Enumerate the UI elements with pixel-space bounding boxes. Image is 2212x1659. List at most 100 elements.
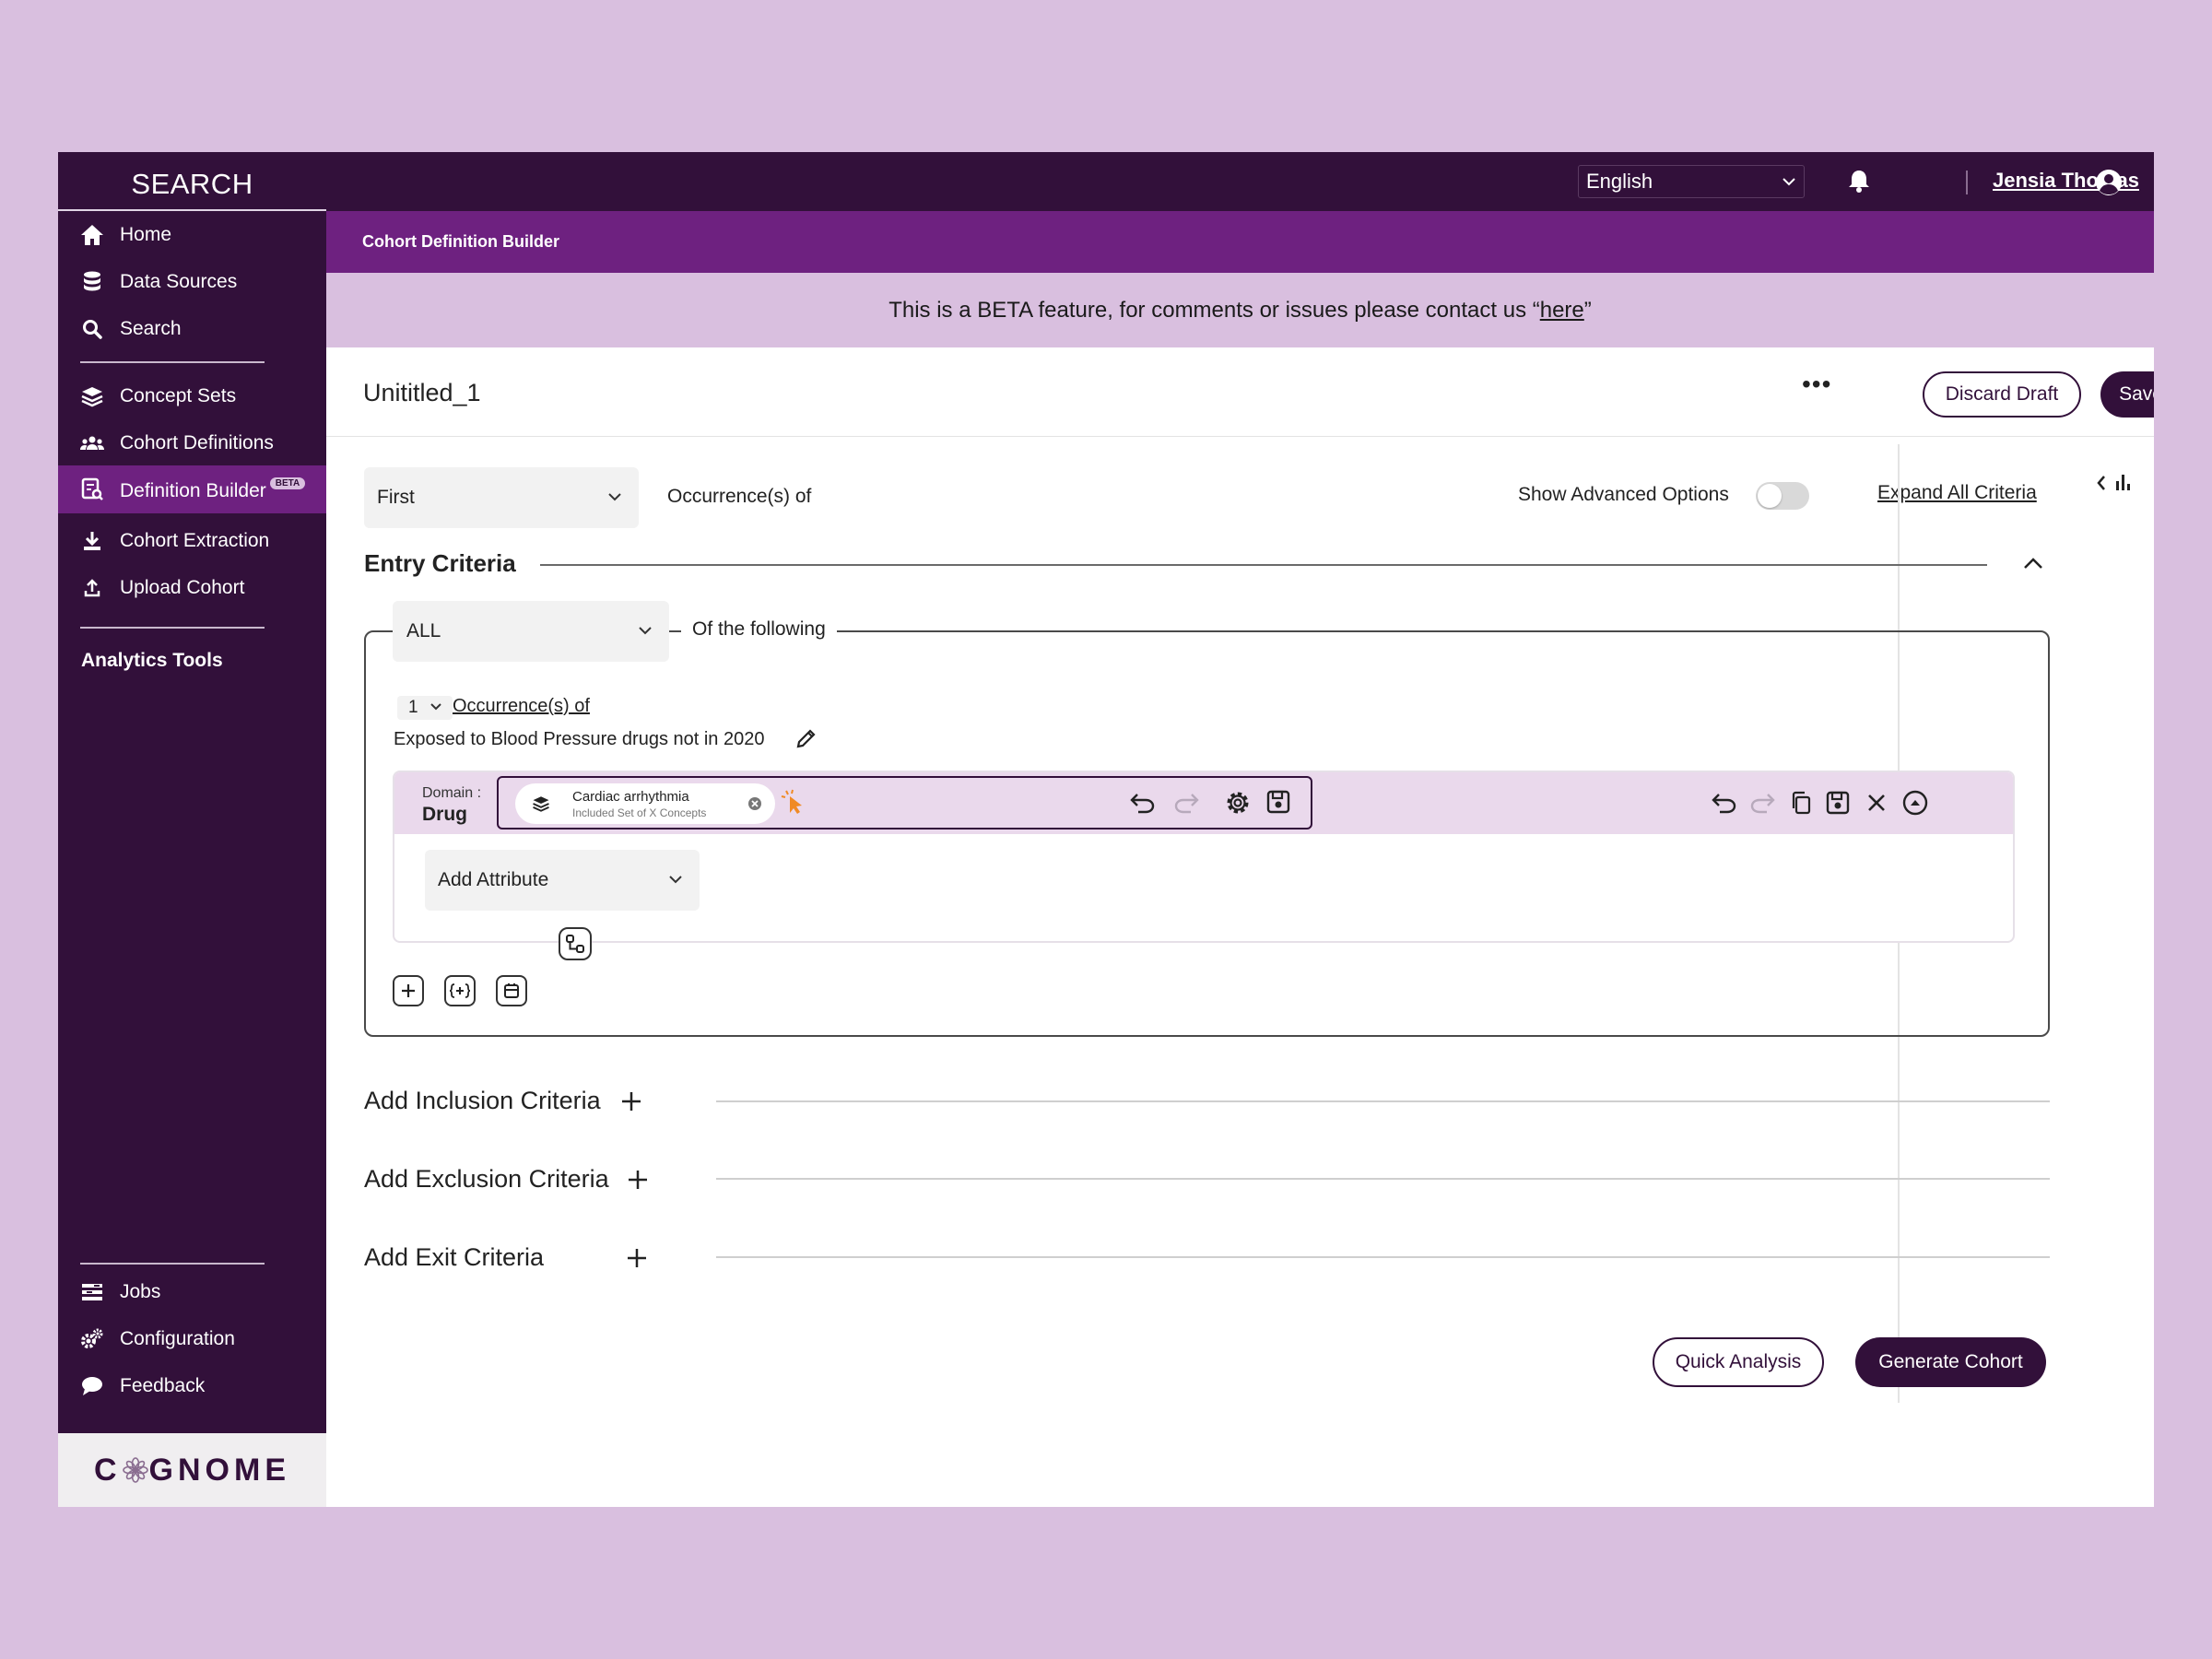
occurrence-type-select[interactable]: First [364, 467, 639, 528]
layers-icon [532, 794, 550, 813]
chevron-down-icon [1782, 177, 1796, 186]
advanced-options-label: Show Advanced Options [1518, 484, 1729, 505]
domain-value: Drug [422, 804, 467, 825]
undo-icon[interactable] [1129, 791, 1157, 815]
sidebar-item-search[interactable]: Search [58, 308, 326, 350]
save-disk-icon[interactable] [1266, 790, 1290, 814]
gears-icon [78, 1325, 106, 1353]
sidebar-brand: SEARCH [58, 152, 326, 211]
sidebar-item-label: Upload Cohort [120, 577, 245, 598]
concept-set-chip[interactable]: Cardiac arrhythmia Included Set of X Con… [515, 783, 775, 824]
sidebar-item-cohort-definitions[interactable]: Cohort Definitions [58, 422, 326, 465]
plus-icon[interactable] [627, 1248, 647, 1268]
beta-badge: BETA [269, 477, 306, 489]
occurrences-of-label: Occurrence(s) of [667, 486, 812, 507]
concept-set-bar: Cardiac arrhythmia Included Set of X Con… [497, 776, 1312, 830]
sidebar-item-label: Home [120, 224, 172, 245]
add-group-button[interactable] [444, 975, 476, 1006]
more-options-button[interactable]: ••• [1802, 371, 1831, 397]
discard-draft-button[interactable]: Discard Draft [1923, 371, 2081, 418]
expand-all-criteria-link[interactable]: Expand All Criteria [1877, 482, 2037, 504]
bar-chart-icon[interactable] [2114, 472, 2133, 492]
sidebar-divider [80, 361, 265, 363]
quick-analysis-button[interactable]: Quick Analysis [1653, 1337, 1824, 1387]
sidebar-item-jobs[interactable]: Jobs [58, 1271, 326, 1313]
flower-logo-icon [122, 1456, 149, 1484]
domain-criterion-header: Domain : Drug Cardiac arrhythmia Include… [394, 772, 2013, 834]
upload-icon [78, 574, 106, 602]
occurrence-count-select[interactable]: 1 [397, 696, 453, 720]
sidebar-item-label: Search [120, 318, 182, 339]
settings-gear-icon[interactable] [1224, 789, 1252, 817]
sidebar-divider [80, 627, 265, 629]
user-avatar-icon[interactable] [2094, 168, 2124, 197]
plus-icon[interactable] [621, 1091, 641, 1112]
home-icon [78, 221, 106, 249]
occurrence-count-value: 1 [408, 698, 418, 717]
occurrences-of-link[interactable]: Occurrence(s) of [453, 696, 590, 717]
beta-banner: This is a BETA feature, for comments or … [326, 273, 2154, 347]
redo-icon[interactable] [1748, 791, 1776, 815]
concept-set-subtitle: Included Set of X Concepts [572, 806, 707, 819]
title-row: Unititled_1 ••• Discard Draft Save [326, 347, 2154, 437]
redo-icon[interactable] [1172, 791, 1200, 815]
users-icon [78, 429, 106, 457]
sidebar-item-label: Feedback [120, 1375, 206, 1396]
add-exit-criteria[interactable]: Add Exit Criteria [364, 1243, 544, 1272]
pencil-icon[interactable] [795, 727, 818, 749]
sidebar-item-feedback[interactable]: Feedback [58, 1365, 326, 1407]
bell-icon[interactable] [1847, 168, 1871, 194]
sidebar: SEARCH Home Data Sources Search Concept … [58, 152, 326, 1507]
save-button[interactable]: Save [2100, 371, 2154, 418]
builder-icon [78, 476, 106, 503]
sidebar-item-definition-builder[interactable]: Definition Builder BETA [58, 465, 326, 513]
cohort-title[interactable]: Unititled_1 [363, 379, 481, 407]
group-logic-select[interactable]: ALL [393, 601, 669, 662]
sidebar-item-cohort-extraction[interactable]: Cohort Extraction [58, 520, 326, 562]
add-criterion-button[interactable] [393, 975, 424, 1006]
undo-icon[interactable] [1711, 791, 1738, 815]
link-criteria-button[interactable] [559, 927, 592, 960]
add-attribute-select[interactable]: Add Attribute [425, 850, 700, 911]
sidebar-item-label: Cohort Extraction [120, 530, 270, 551]
analytics-tools-heading[interactable]: Analytics Tools [81, 650, 223, 672]
plus-icon[interactable] [628, 1170, 648, 1190]
save-disk-icon[interactable] [1826, 791, 1850, 815]
chat-icon [78, 1372, 106, 1400]
add-exclusion-criteria[interactable]: Add Exclusion Criteria [364, 1165, 609, 1194]
copy-icon[interactable] [1790, 791, 1812, 815]
plus-icon [400, 982, 417, 999]
sidebar-item-label: Configuration [120, 1328, 235, 1349]
banner-text-end: ” [1583, 298, 1592, 323]
sidebar-item-concept-sets[interactable]: Concept Sets [58, 375, 326, 418]
sidebar-item-label: Concept Sets [120, 385, 237, 406]
collapse-circle-icon[interactable] [1902, 790, 1928, 816]
search-icon [78, 315, 106, 343]
sidebar-item-upload-cohort[interactable]: Upload Cohort [58, 567, 326, 609]
generate-cohort-button[interactable]: Generate Cohort [1855, 1337, 2046, 1387]
sidebar-item-label: Cohort Definitions [120, 432, 274, 453]
cognome-logo: C GNOME [58, 1433, 326, 1507]
logo-text-right: GNOME [148, 1452, 290, 1488]
advanced-options-toggle[interactable] [1756, 482, 1809, 510]
close-icon[interactable] [1865, 792, 1888, 814]
remove-chip-icon[interactable] [747, 796, 762, 811]
language-select[interactable]: English [1578, 165, 1805, 198]
of-following-label: Of the following [681, 618, 837, 641]
sidebar-item-configuration[interactable]: Configuration [58, 1318, 326, 1360]
layers-icon [78, 382, 106, 410]
add-inclusion-criteria[interactable]: Add Inclusion Criteria [364, 1087, 601, 1115]
chevron-down-icon [430, 703, 441, 711]
collapse-panel-chevron-icon[interactable] [2095, 474, 2108, 492]
chevron-down-icon [668, 875, 683, 884]
concept-set-title: Cardiac arrhythmia [572, 789, 689, 805]
chevron-down-icon [638, 626, 653, 635]
inclusion-rule [716, 1100, 2050, 1102]
add-window-button[interactable] [496, 975, 527, 1006]
sidebar-item-data-sources[interactable]: Data Sources [58, 261, 326, 303]
sidebar-item-home[interactable]: Home [58, 214, 326, 256]
topbar-separator [1966, 171, 1968, 194]
entry-criteria-title: Entry Criteria [364, 549, 516, 577]
chevron-up-icon[interactable] [2022, 556, 2044, 571]
contact-link[interactable]: here [1540, 298, 1584, 323]
